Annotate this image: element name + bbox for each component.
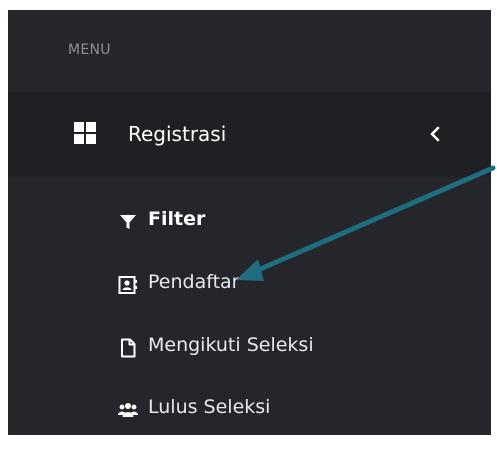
submenu-item-label: Filter xyxy=(148,208,206,230)
submenu-item-label: Mengikuti Seleksi xyxy=(148,334,314,356)
users-icon xyxy=(118,403,138,417)
chevron-left-icon[interactable] xyxy=(428,126,442,142)
grid-icon xyxy=(74,122,96,144)
menu-item-label: Registrasi xyxy=(128,122,227,146)
sidebar: MENU Registrasi Filter Pendaftar Mengiku… xyxy=(8,10,491,435)
menu-header: MENU xyxy=(68,42,111,58)
submenu-item-label: Pendaftar xyxy=(148,271,240,293)
submenu-item-label: Lulus Seleksi xyxy=(148,396,271,418)
id-card-icon xyxy=(118,276,137,294)
file-icon xyxy=(121,338,136,358)
submenu: Filter Pendaftar Mengikuti Seleksi Lulus… xyxy=(8,177,491,435)
menu-item-registrasi[interactable]: Registrasi xyxy=(8,92,491,177)
filter-icon xyxy=(120,215,136,229)
screenshot-frame: MENU Registrasi Filter Pendaftar Mengiku… xyxy=(0,0,497,465)
